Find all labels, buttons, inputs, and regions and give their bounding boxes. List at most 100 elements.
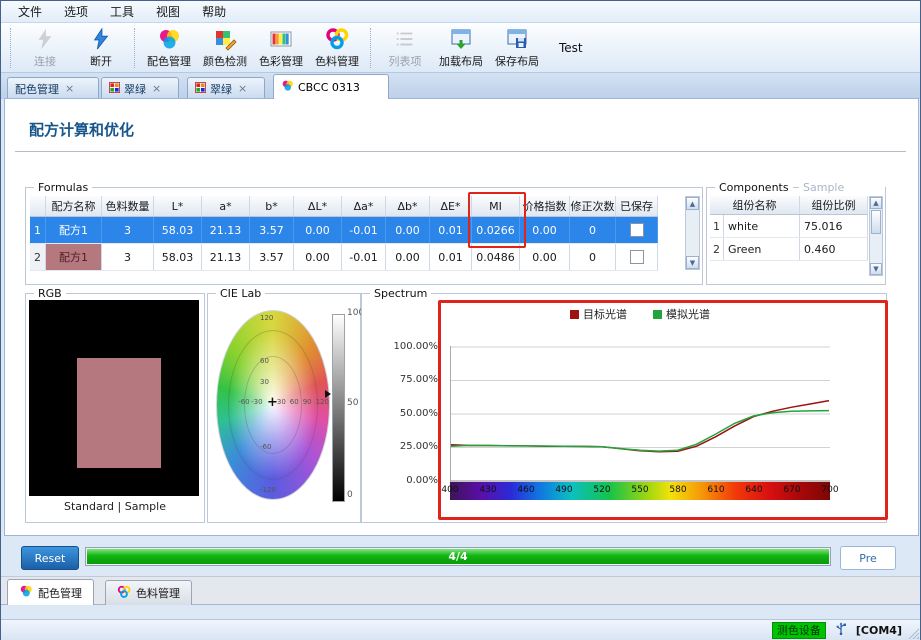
spectrum-series-line <box>451 401 829 452</box>
color-mgmt-label: 色彩管理 <box>259 53 303 69</box>
colorant-mgmt-button[interactable]: 色料管理 <box>309 24 365 72</box>
saved-checkbox[interactable] <box>630 223 644 237</box>
scroll-thumb[interactable] <box>871 210 881 234</box>
legend-label: 模拟光谱 <box>666 306 710 322</box>
close-icon[interactable]: × <box>152 82 161 95</box>
save-layout-button[interactable]: 保存布局 <box>489 24 545 72</box>
column-header[interactable]: Δa* <box>342 196 386 216</box>
color-detect-icon <box>213 26 237 52</box>
close-icon[interactable]: × <box>65 82 74 95</box>
column-header[interactable]: b* <box>250 196 294 216</box>
x-tick-label: 580 <box>667 485 689 495</box>
saved-checkbox[interactable] <box>630 250 644 264</box>
cell-saved <box>616 217 658 243</box>
formulas-group: Formulas 配方名称 色料数量 L* a* b* ΔL* Δa* Δb* … <box>25 187 703 285</box>
test-button[interactable]: Test <box>559 41 583 55</box>
column-header[interactable]: 价格指数 <box>520 196 570 216</box>
resize-grip[interactable] <box>907 627 919 639</box>
component-ratio: 75.016 <box>800 215 868 237</box>
tab-label: 翠绿 <box>210 81 232 97</box>
cell: 0.01 <box>430 244 472 270</box>
toolbar: 连接 断开 配色管理 颜色检测 色彩管理 色料管理 列表项 <box>1 23 920 73</box>
com-port-label: [COM4] <box>856 624 902 637</box>
legend-swatch-target <box>570 310 579 319</box>
column-header[interactable]: a* <box>202 196 250 216</box>
color-detect-button[interactable]: 颜色检测 <box>197 24 253 72</box>
bottom-tab-color-match[interactable]: 配色管理 <box>7 579 94 605</box>
standard-swatch <box>29 300 199 496</box>
scroll-down-icon[interactable]: ▼ <box>870 263 882 275</box>
column-header[interactable]: 色料数量 <box>102 196 154 216</box>
color-detect-label: 颜色检测 <box>203 53 247 69</box>
load-layout-button[interactable]: 加载布局 <box>433 24 489 72</box>
spectrum-group: Spectrum 100.00% 75.00% 50.00% 25.00% 0.… <box>361 293 887 523</box>
menu-options[interactable]: 选项 <box>53 1 99 22</box>
swatch-grid-icon <box>109 82 120 96</box>
connect-button[interactable]: 连接 <box>17 24 73 72</box>
rgb-caption: Standard | Sample <box>26 500 204 513</box>
column-header[interactable]: Δb* <box>386 196 430 216</box>
column-header[interactable]: 组份名称 <box>710 196 800 214</box>
column-header-mi[interactable]: MI <box>472 196 520 216</box>
bottom-tab-colorant-mgmt[interactable]: 色料管理 <box>105 580 192 605</box>
cell: -0.01 <box>342 217 386 243</box>
column-header[interactable]: ΔE* <box>430 196 472 216</box>
column-header[interactable]: 修正次数 <box>570 196 616 216</box>
formula-row-1[interactable]: 1 配方1 3 58.03 21.13 3.57 0.00 -0.01 0.00… <box>30 217 658 244</box>
connect-icon <box>34 26 56 52</box>
swatch-grid-icon <box>195 82 206 96</box>
cell: 0.00 <box>386 244 430 270</box>
color-mgmt-button[interactable]: 色彩管理 <box>253 24 309 72</box>
formula-row-2[interactable]: 2 配方1 3 58.03 21.13 3.57 0.00 -0.01 0.00… <box>30 244 658 271</box>
x-tick-label: 520 <box>591 485 613 495</box>
formulas-scrollbar[interactable]: ▲ ▼ <box>685 196 700 270</box>
column-header[interactable]: ΔL* <box>294 196 342 216</box>
menu-file[interactable]: 文件 <box>7 1 53 22</box>
close-icon[interactable]: × <box>238 82 247 95</box>
disconnect-button[interactable]: 断开 <box>73 24 129 72</box>
tab-cbcc-0313[interactable]: CBCC 0313 <box>273 74 389 99</box>
menu-help[interactable]: 帮助 <box>191 1 237 22</box>
column-header[interactable]: 组份比例 <box>800 196 868 214</box>
formulas-group-label: Formulas <box>34 181 92 194</box>
load-layout-icon <box>449 26 473 52</box>
scroll-up-icon[interactable]: ▲ <box>870 197 882 209</box>
menu-bar: 文件 选项 工具 视图 帮助 <box>1 1 920 23</box>
components-table: 组份名称 组份比例 1 white 75.016 2 Green 0.460 <box>710 196 868 261</box>
column-header[interactable]: L* <box>154 196 202 216</box>
components-scrollbar[interactable]: ▲ ▼ <box>869 196 883 276</box>
pre-button[interactable]: Pre <box>840 546 896 570</box>
x-tick-label: 700 <box>819 485 841 495</box>
rgb-group-label: RGB <box>34 287 66 300</box>
spectrum-series-line <box>451 411 829 452</box>
legend-target: 目标光谱 <box>570 306 627 322</box>
cell-saved <box>616 244 658 270</box>
y-tick-label: 100.00% <box>390 341 438 352</box>
scroll-down-icon[interactable]: ▼ <box>686 256 699 269</box>
x-tick-label: 430 <box>477 485 499 495</box>
lightness-marker <box>325 390 331 398</box>
y-tick-label: 50.00% <box>390 408 438 419</box>
tab-cuilv-1[interactable]: 翠绿 × <box>101 77 179 99</box>
list-items-button[interactable]: 列表项 <box>377 24 433 72</box>
row-number: 1 <box>30 217 46 243</box>
spectrum-plot <box>450 346 830 482</box>
page-title: 配方计算和优化 <box>29 119 134 140</box>
color-match-button[interactable]: 配色管理 <box>141 24 197 72</box>
column-header[interactable]: 已保存 <box>616 196 658 216</box>
cell: -0.01 <box>342 244 386 270</box>
tab-color-match[interactable]: 配色管理 × <box>7 77 99 99</box>
tab-cuilv-2[interactable]: 翠绿 × <box>187 77 265 99</box>
rgb-group: RGB Standard | Sample <box>25 293 205 523</box>
scroll-up-icon[interactable]: ▲ <box>686 197 699 210</box>
reset-button[interactable]: Reset <box>21 546 79 570</box>
column-header[interactable]: 配方名称 <box>46 196 102 216</box>
menu-view[interactable]: 视图 <box>145 1 191 22</box>
component-row-2[interactable]: 2 Green 0.460 <box>710 238 868 261</box>
save-layout-label: 保存布局 <box>495 53 539 69</box>
component-row-1[interactable]: 1 white 75.016 <box>710 215 868 238</box>
document-tab-bar: 配色管理 × 翠绿 × 翠绿 × CBCC 0313 <box>1 73 920 99</box>
menu-tools[interactable]: 工具 <box>99 1 145 22</box>
formulas-header-row: 配方名称 色料数量 L* a* b* ΔL* Δa* Δb* ΔE* MI 价格… <box>30 196 658 217</box>
list-icon <box>394 26 416 52</box>
